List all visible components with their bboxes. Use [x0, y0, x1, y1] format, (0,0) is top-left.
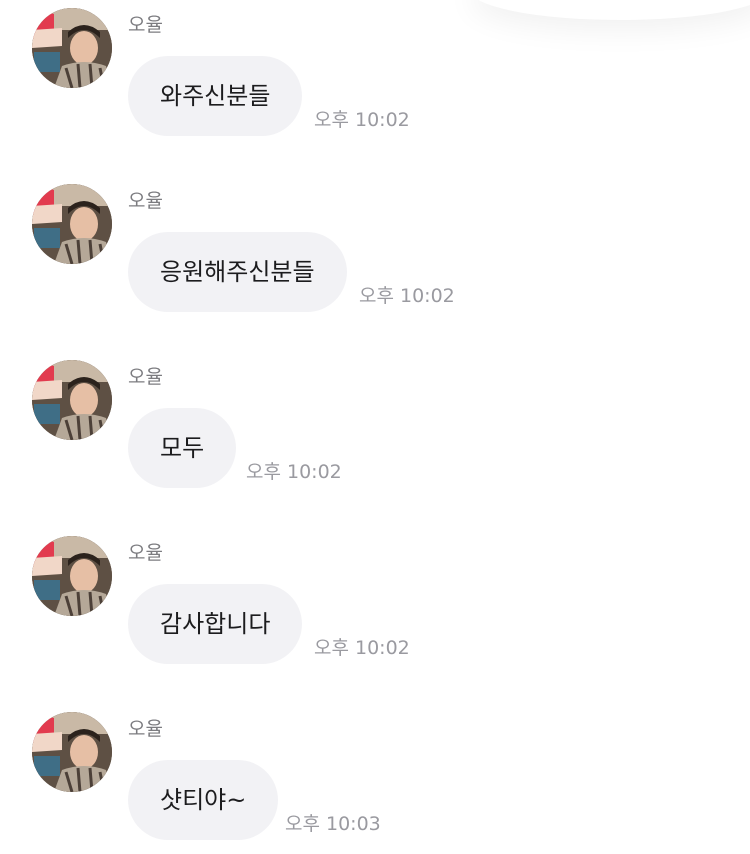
- message-bubble[interactable]: 모두: [128, 408, 237, 488]
- sender-name: 오율: [128, 190, 163, 212]
- message-timestamp: 오후 10:02: [359, 285, 455, 307]
- avatar-image: [32, 712, 112, 792]
- avatar-image: [32, 360, 112, 440]
- sender-name: 오율: [128, 542, 163, 564]
- avatar-image: [32, 536, 112, 616]
- chat-message: 오율 모두 오후 10:02: [0, 352, 750, 502]
- message-timestamp: 오후 10:02: [246, 461, 342, 483]
- chat-message: 오율 와주신분들 오후 10:02: [0, 0, 750, 150]
- message-timestamp: 오후 10:03: [285, 813, 381, 835]
- message-timestamp: 오후 10:02: [314, 637, 410, 659]
- message-bubble[interactable]: 응원해주신분들: [128, 232, 347, 312]
- sender-name: 오율: [128, 14, 163, 36]
- avatar-image: [32, 184, 112, 264]
- avatar-image: [32, 8, 112, 88]
- avatar[interactable]: [32, 184, 112, 264]
- message-bubble[interactable]: 감사합니다: [128, 584, 303, 664]
- message-timestamp: 오후 10:02: [314, 109, 410, 131]
- avatar[interactable]: [32, 360, 112, 440]
- message-bubble[interactable]: 샷티야~: [128, 760, 279, 840]
- chat-message: 오율 샷티야~ 오후 10:03: [0, 704, 750, 854]
- chat-message: 오율 응원해주신분들 오후 10:02: [0, 176, 750, 326]
- message-bubble[interactable]: 와주신분들: [128, 56, 303, 136]
- sender-name: 오율: [128, 718, 163, 740]
- avatar[interactable]: [32, 8, 112, 88]
- chat-message: 오율 감사합니다 오후 10:02: [0, 528, 750, 678]
- avatar[interactable]: [32, 536, 112, 616]
- sender-name: 오율: [128, 366, 163, 388]
- avatar[interactable]: [32, 712, 112, 792]
